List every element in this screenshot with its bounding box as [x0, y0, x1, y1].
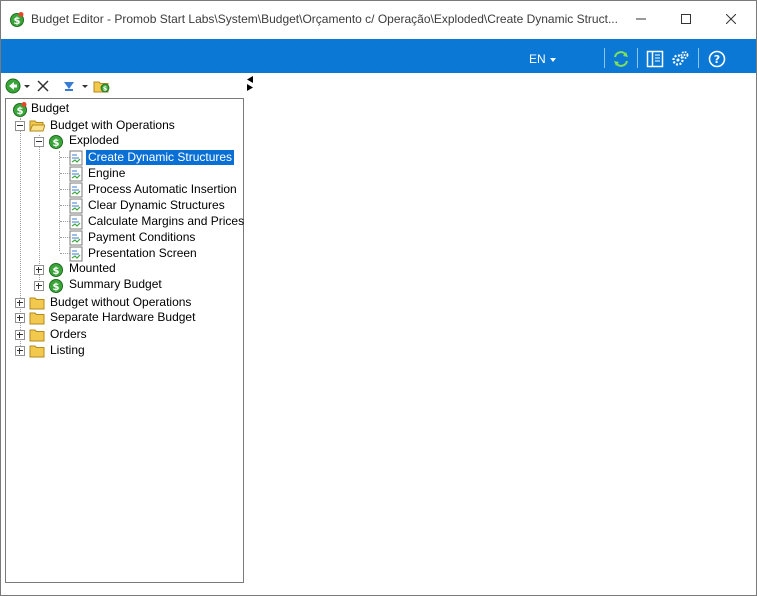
tree-item[interactable]: Presentation Screen [86, 246, 199, 261]
collapse-toggle[interactable] [15, 121, 25, 131]
tree-item[interactable]: Engine [86, 166, 127, 181]
script-icon [69, 166, 83, 182]
language-label: EN [529, 52, 546, 66]
tree-toolbar: $ [5, 77, 241, 95]
script-icon [69, 198, 83, 214]
tree-node-budget-with-operations[interactable]: Budget with Operations [48, 118, 177, 133]
language-selector[interactable]: EN [529, 52, 556, 66]
toolbar-divider [604, 48, 605, 68]
tree-node-summary-budget[interactable]: Summary Budget [67, 277, 164, 292]
tree-node-orders[interactable]: Orders [48, 327, 89, 342]
minimize-button[interactable] [618, 1, 664, 37]
script-icon [69, 230, 83, 246]
tree-item[interactable]: Payment Conditions [86, 230, 197, 245]
delete-x-icon[interactable] [35, 77, 51, 95]
svg-text:$: $ [53, 266, 60, 277]
tree-item[interactable]: Process Automatic Insertion [86, 182, 239, 197]
folder-icon [29, 297, 45, 310]
script-icon [69, 182, 83, 198]
tree-node-separate-hardware-budget[interactable]: Separate Hardware Budget [48, 310, 197, 325]
collapse-toggle[interactable] [34, 137, 44, 147]
expand-toggle[interactable] [34, 265, 44, 275]
tree-node-listing[interactable]: Listing [48, 343, 87, 358]
script-icon [69, 150, 83, 166]
panel-layout-icon[interactable] [646, 50, 664, 68]
expand-toggle[interactable] [15, 346, 25, 356]
tree-node-mounted[interactable]: Mounted [67, 261, 118, 276]
folder-open-icon [29, 120, 45, 132]
window-title: Budget Editor - Promob Start Labs\System… [31, 12, 618, 26]
svg-text:$: $ [17, 106, 24, 117]
folder-icon [29, 312, 45, 325]
chevron-down-icon[interactable] [23, 77, 31, 95]
help-icon[interactable]: ? [708, 50, 726, 68]
budget-dollar-icon: $ [13, 102, 27, 117]
folder-dollar-icon[interactable]: $ [93, 77, 111, 95]
top-toolbar: EN ? [1, 39, 756, 73]
down-arrow-icon[interactable] [61, 77, 77, 95]
expand-toggle[interactable] [15, 330, 25, 340]
tree-node-budget[interactable]: Budget [29, 101, 71, 116]
svg-text:$: $ [14, 16, 21, 27]
editor-content-area[interactable] [247, 98, 755, 594]
title-bar[interactable]: $ Budget Editor - Promob Start Labs\Syst… [1, 1, 756, 38]
expand-toggle[interactable] [15, 298, 25, 308]
script-icon [69, 214, 83, 230]
tree-connector [39, 135, 40, 282]
tree-node-exploded[interactable]: Exploded [67, 133, 121, 148]
script-icon [69, 246, 83, 262]
svg-text:$: $ [103, 85, 108, 93]
toolbar-divider [698, 48, 699, 68]
splitter-arrows-icon [247, 76, 253, 91]
refresh-icon[interactable] [612, 50, 630, 68]
toolbar-divider [637, 48, 638, 68]
settings-gears-icon[interactable] [671, 50, 689, 68]
chevron-down-icon [549, 57, 556, 62]
maximize-icon [681, 14, 691, 24]
tree-node-budget-without-operations[interactable]: Budget without Operations [48, 295, 193, 310]
svg-text:$: $ [53, 138, 60, 149]
back-arrow-icon[interactable] [5, 77, 21, 95]
budget-editor-window: $ Budget Editor - Promob Start Labs\Syst… [0, 0, 757, 596]
folder-icon [29, 329, 45, 342]
expand-toggle[interactable] [15, 313, 25, 323]
minimize-icon [636, 18, 646, 20]
chevron-down-icon[interactable] [81, 77, 89, 95]
budget-app-icon: $ [10, 12, 24, 27]
tree-item[interactable]: Clear Dynamic Structures [86, 198, 227, 213]
svg-text:$: $ [53, 282, 60, 293]
close-button[interactable] [708, 1, 754, 37]
splitter-toggle[interactable] [245, 75, 255, 91]
tree-item[interactable]: Create Dynamic Structures [86, 150, 235, 165]
tree-connector [59, 151, 60, 251]
expand-toggle[interactable] [34, 281, 44, 291]
tree-item[interactable]: Calculate Margins and Prices [86, 214, 246, 229]
svg-text:?: ? [714, 53, 720, 66]
budget-tree: $ Budget Budget with Operations $ Explod… [5, 98, 244, 583]
budget-dollar-icon: $ [49, 279, 63, 293]
budget-dollar-icon: $ [49, 135, 63, 149]
maximize-button[interactable] [663, 1, 709, 37]
folder-icon [29, 345, 45, 358]
close-icon [726, 14, 736, 24]
budget-dollar-icon: $ [49, 263, 63, 277]
